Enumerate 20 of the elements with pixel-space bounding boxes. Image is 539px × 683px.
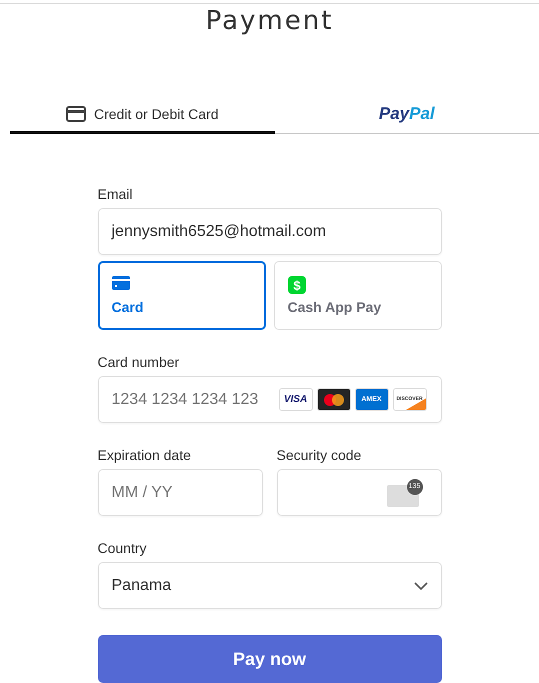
chevron-down-icon	[414, 582, 428, 590]
credit-card-icon	[66, 106, 86, 122]
email-field[interactable]: jennysmith6525@hotmail.com	[98, 208, 442, 255]
visa-logo: VISA	[278, 388, 312, 411]
page-title: Payment	[206, 6, 334, 36]
card-tab[interactable]: Credit or Debit Card	[10, 96, 274, 134]
expiration-field[interactable]: MM / YY	[98, 469, 262, 516]
mastercard-logo	[316, 388, 350, 411]
field-label: Card number	[98, 354, 180, 370]
payment-method-option[interactable]: Card	[98, 261, 266, 330]
paypal-tab[interactable]: PayPal	[274, 96, 539, 134]
credit-card-icon	[112, 276, 130, 290]
field-label: Security code	[276, 447, 362, 463]
payment-method-option[interactable]: $ Cash App Pay	[274, 261, 442, 330]
dollar-icon: $	[288, 276, 306, 294]
pay-now-button[interactable]: Pay now	[98, 635, 442, 683]
field-label: Email	[98, 186, 134, 202]
country-select[interactable]: Panama	[98, 562, 442, 609]
field-label: Expiration date	[98, 447, 192, 463]
field-label: Country	[98, 540, 148, 556]
